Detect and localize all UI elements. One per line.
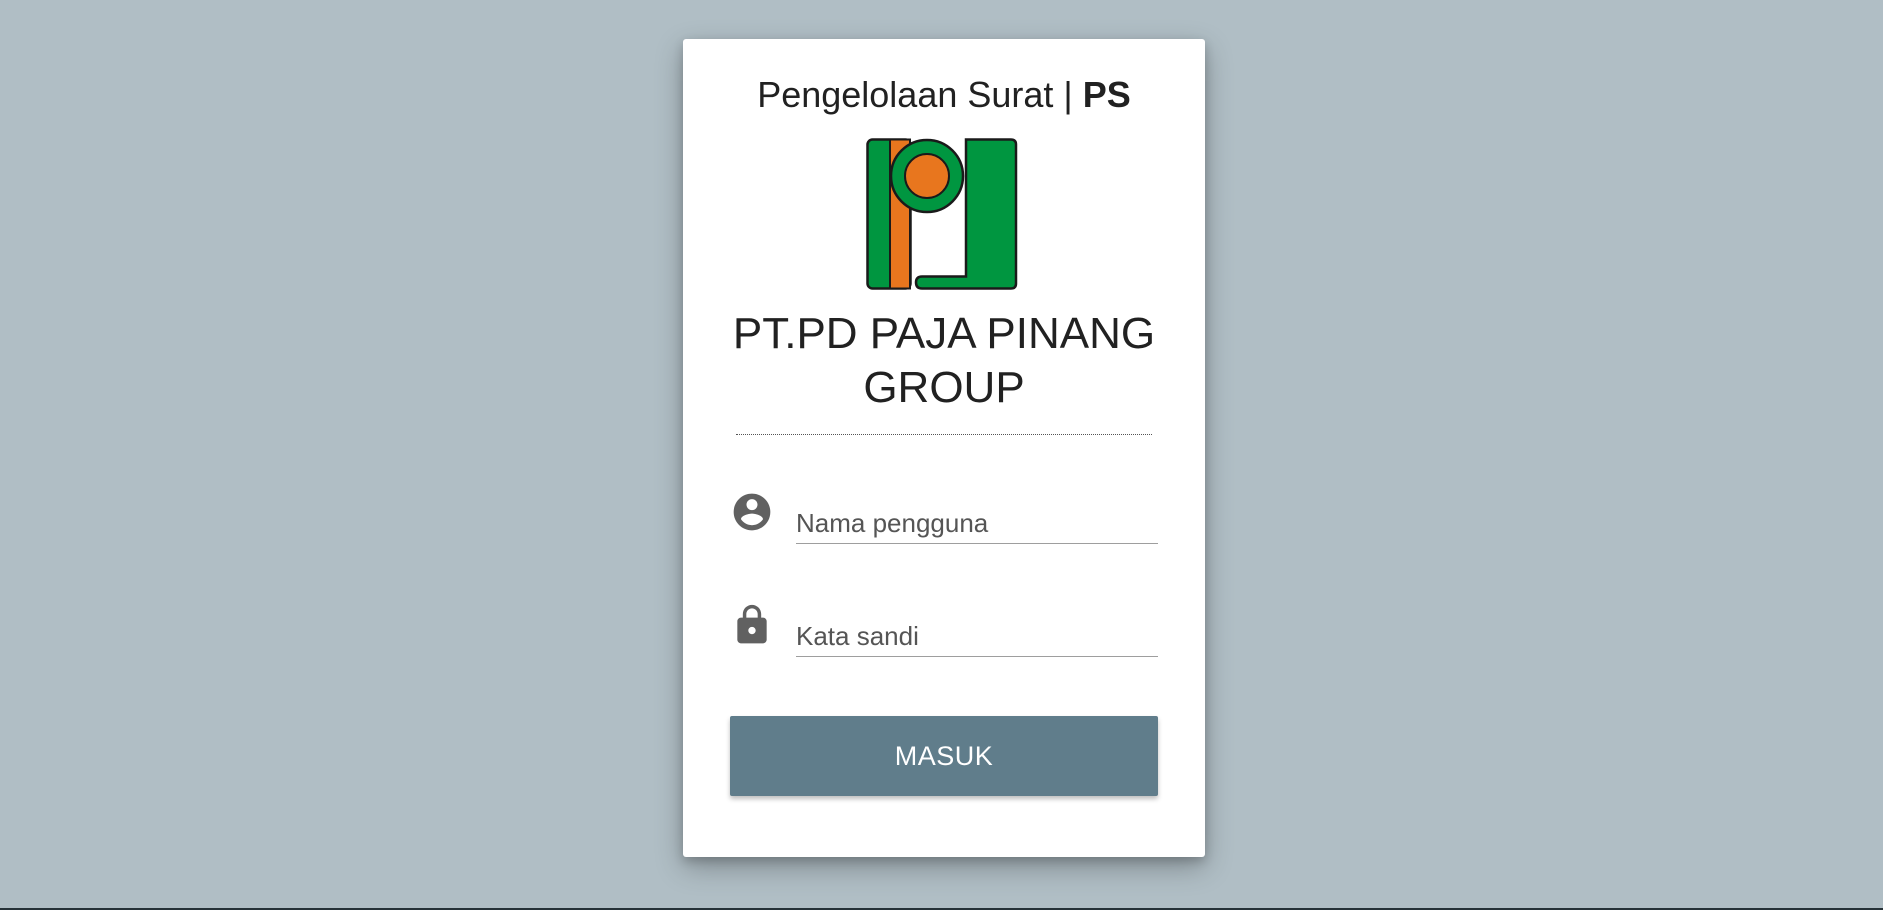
password-field — [730, 603, 1158, 673]
lock-icon — [737, 604, 767, 644]
username-input[interactable] — [796, 504, 1158, 544]
app-title-abbr: PS — [1082, 74, 1131, 115]
app-title: Pengelolaan Surat | PS — [683, 73, 1205, 116]
login-button[interactable]: MASUK — [730, 716, 1158, 796]
app-title-text: Pengelolaan Surat | — [757, 74, 1083, 115]
password-input[interactable] — [796, 617, 1158, 657]
account-circle-icon — [733, 493, 771, 531]
username-field — [730, 490, 1158, 560]
divider — [736, 434, 1152, 435]
login-card: Pengelolaan Surat | PS PT.PD PAJA PINANG… — [683, 39, 1205, 857]
company-name: PT.PD PAJA PINANG GROUP — [732, 309, 1156, 412]
company-logo — [866, 138, 1018, 290]
